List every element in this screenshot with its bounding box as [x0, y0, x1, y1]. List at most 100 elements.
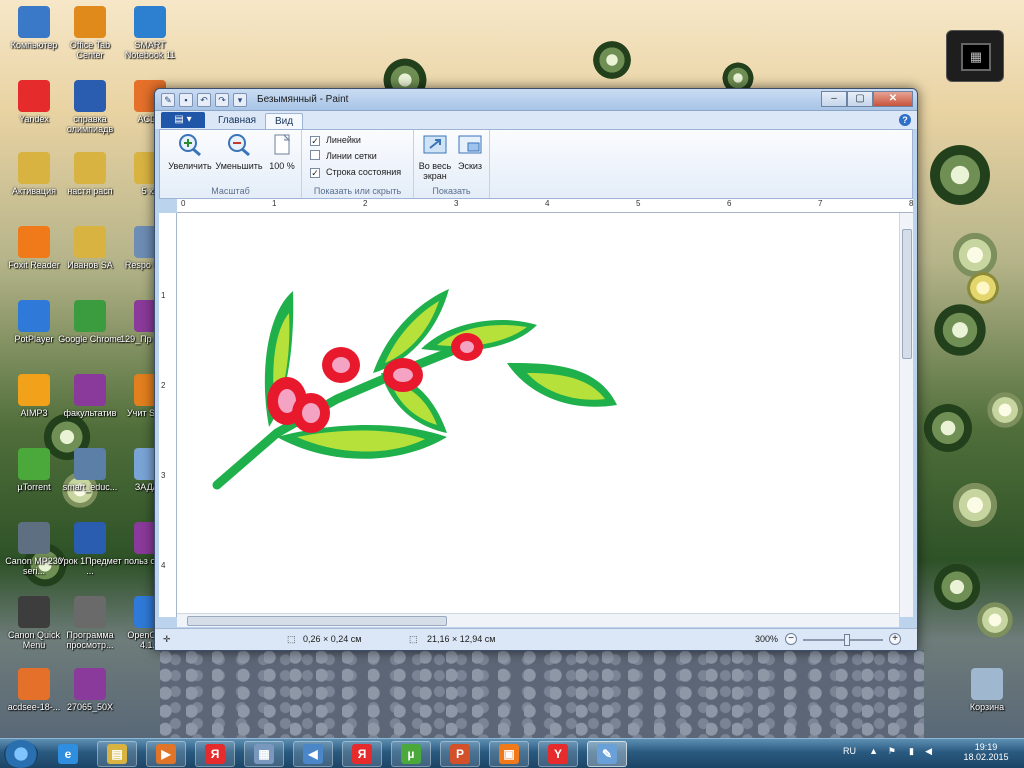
desktop-icon[interactable]: Foxit Reader	[2, 222, 66, 294]
desktop-icon[interactable]: Программа просмотр...	[58, 592, 122, 664]
taskbar-button[interactable]: Я	[342, 741, 382, 767]
page-100-icon	[274, 134, 291, 155]
desktop-icon[interactable]: Урок 1Предмет ...	[58, 518, 122, 590]
powerpoint-icon: P	[450, 744, 470, 764]
minimize-button[interactable]: –	[821, 91, 847, 107]
taskbar-button[interactable]: ▶	[146, 741, 186, 767]
vertical-scroll-thumb[interactable]	[902, 229, 912, 359]
group-display: Во весь экран Эскиз Показать	[414, 130, 490, 198]
berry-highlight	[332, 357, 350, 373]
desktop-icon[interactable]: Компьютер	[2, 2, 66, 74]
desktop-icon[interactable]: Canon MP230 seri...	[2, 518, 66, 590]
paint-window: ✎ ▪ ↶ ↷ ▾ Безымянный - Paint – ▢ ✕ ▤ ▾ Г…	[154, 88, 918, 651]
horizontal-scrollbar[interactable]	[177, 613, 899, 627]
taskbar-button[interactable]: Я	[195, 741, 235, 767]
taskbar-button[interactable]: ▤	[97, 741, 137, 767]
desktop-icon-label: Компьютер	[10, 40, 58, 50]
redo-icon[interactable]: ↷	[215, 93, 229, 107]
desktop-icon[interactable]: acdsee-18-...	[2, 664, 66, 736]
gadget-widget[interactable]: ▦	[946, 30, 1004, 82]
utorrent-icon	[18, 448, 50, 480]
zoom-in-button[interactable]: Увеличить	[166, 133, 214, 171]
tray-arrow-icon[interactable]: ▲	[869, 746, 878, 756]
desktop-icon[interactable]: SMART Notebook 11	[118, 2, 182, 74]
tab-home[interactable]: Главная	[209, 113, 265, 129]
taskbar-button[interactable]: e	[48, 741, 88, 767]
desktop-icon[interactable]: Активация	[2, 148, 66, 220]
group-zoom-label: Масштаб	[211, 186, 250, 196]
recycle-bin-icon	[971, 668, 1003, 700]
desktop-icon[interactable]: Office Tab Center	[58, 2, 122, 74]
foxit-icon	[18, 226, 50, 258]
start-button[interactable]	[4, 740, 38, 768]
desktop-icon[interactable]: факультатив	[58, 370, 122, 442]
save-icon[interactable]: ▪	[179, 93, 193, 107]
status-bar: ✛ ⬚ 0,26 × 0,24 см ⬚ 21,16 × 12,94 см 30…	[155, 628, 917, 650]
taskbar-button[interactable]: ◀	[293, 741, 333, 767]
desktop-icon-label: 27065_50X	[66, 702, 114, 712]
zoom-out-small-button[interactable]: −	[785, 633, 797, 645]
thumbnail-button[interactable]: Эскиз	[454, 133, 486, 171]
desktop-icon-label: smart_educ...	[62, 482, 118, 492]
zoom-100-button[interactable]: 100 %	[266, 133, 298, 171]
desktop-icon-label: Корзина	[969, 702, 1005, 712]
undo-icon[interactable]: ↶	[197, 93, 211, 107]
language-indicator[interactable]: RU	[843, 746, 856, 756]
zoom-in-small-button[interactable]: +	[889, 633, 901, 645]
branch-drawing	[212, 289, 617, 490]
tab-view[interactable]: Вид	[265, 113, 304, 129]
drawing-canvas[interactable]	[177, 213, 901, 613]
gridlines-check-icon	[310, 150, 320, 160]
network-icon[interactable]: ▮	[909, 746, 914, 757]
desktop-icon[interactable]: справка олимпиадв	[58, 76, 122, 148]
desktop-icon[interactable]: Yandex	[2, 76, 66, 148]
fullscreen-button[interactable]: Во весь экран	[418, 133, 452, 181]
fullscreen-label: Во весь экран	[418, 161, 452, 181]
desktop-icon[interactable]: настя расп	[58, 148, 122, 220]
taskbar-button[interactable]: µ	[391, 741, 431, 767]
desktop-icon-label: Программа просмотр...	[66, 630, 114, 650]
taskbar-button[interactable]: ▣	[489, 741, 529, 767]
ruler-tick: 1	[161, 291, 166, 300]
volume-icon[interactable]: ◀	[925, 746, 932, 757]
taskbar-button[interactable]: ▦	[244, 741, 284, 767]
gridlines-checkbox[interactable]: Линии сетки	[310, 150, 377, 164]
maximize-button[interactable]: ▢	[847, 91, 873, 107]
desktop-icon[interactable]: AIMP3	[2, 370, 66, 442]
desktop-icon[interactable]: 27065_50X	[58, 664, 122, 736]
canvas-area[interactable]	[177, 213, 899, 613]
desktop-icon[interactable]: Корзина	[955, 664, 1019, 736]
desktop-icon[interactable]: Иванов SA	[58, 222, 122, 294]
wallpaper-flower	[950, 480, 1000, 530]
zoom-100-label: 100 %	[269, 161, 295, 171]
vertical-scrollbar[interactable]	[899, 213, 913, 617]
ruler-tick: 7	[818, 199, 823, 208]
zoom-slider[interactable]	[803, 634, 883, 646]
horizontal-scroll-thumb[interactable]	[187, 616, 447, 626]
zoom-slider-knob[interactable]	[844, 634, 850, 646]
desktop-icon[interactable]: Canon Quick Menu	[2, 592, 66, 664]
paint-app-icon[interactable]: ✎	[161, 93, 175, 107]
rulers-check-icon: ✓	[310, 136, 320, 146]
customize-qa-icon[interactable]: ▾	[233, 93, 247, 107]
clock[interactable]: 19:19 18.02.2015	[956, 742, 1016, 762]
taskbar-button[interactable]: ✎	[587, 741, 627, 767]
desktop-icon[interactable]: µTorrent	[2, 444, 66, 516]
taskbar-button[interactable]: P	[440, 741, 480, 767]
window-titlebar[interactable]: ✎ ▪ ↶ ↷ ▾ Безымянный - Paint – ▢ ✕	[155, 89, 917, 111]
flag-icon[interactable]: ⚑	[888, 746, 896, 757]
statusbar-check-icon: ✓	[310, 168, 320, 178]
desktop-icon[interactable]: Google Chrome	[58, 296, 122, 368]
image-size-icon: ⬚	[409, 634, 418, 644]
rulers-checkbox[interactable]: ✓ Линейки	[310, 134, 361, 148]
zoom-out-button[interactable]: Уменьшить	[214, 133, 264, 171]
close-button[interactable]: ✕	[873, 91, 913, 107]
desktop-icon[interactable]: PotPlayer	[2, 296, 66, 368]
desktop-icon[interactable]: smart_educ...	[58, 444, 122, 516]
taskbar-button[interactable]: Y	[538, 741, 578, 767]
ruler-tick: 3	[454, 199, 459, 208]
file-menu-button[interactable]: ▤ ▾	[161, 112, 205, 128]
aimp-icon	[18, 374, 50, 406]
help-icon[interactable]: ?	[899, 114, 911, 126]
statusbar-checkbox[interactable]: ✓ Строка состояния	[310, 166, 401, 180]
